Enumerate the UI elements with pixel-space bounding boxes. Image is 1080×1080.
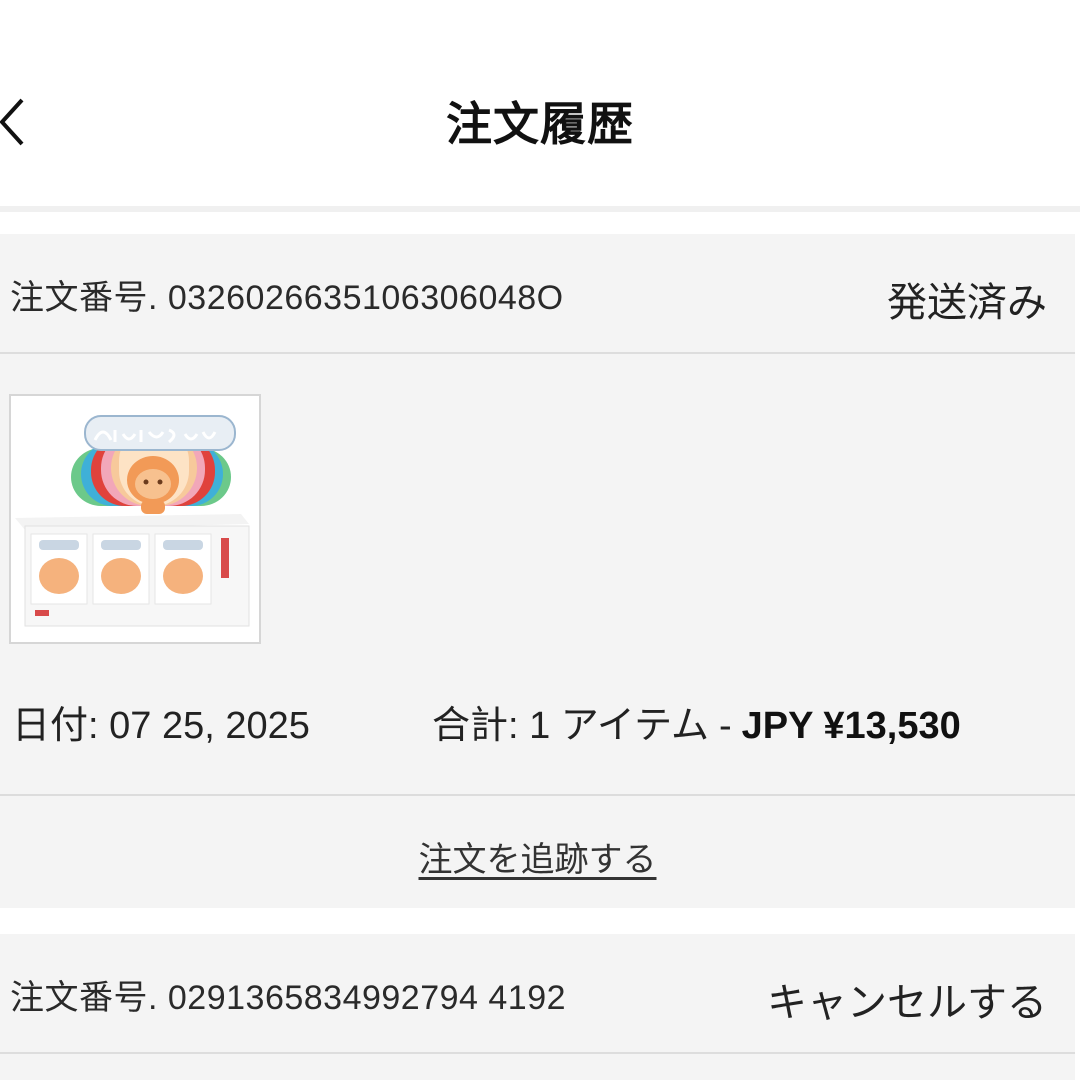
order-header-row: 注文番号. 0326026635106306048O 発送済み xyxy=(0,234,1075,354)
page-title: 注文履歴 xyxy=(446,97,634,151)
order-status: 発送済み xyxy=(887,281,1047,325)
track-order-row: 注文を追跡する xyxy=(0,832,1075,881)
separator: - xyxy=(719,705,732,747)
order-number: 注文番号. 0326026635106306048O xyxy=(10,279,564,317)
order-date: 日付: 07 25, 2025 xyxy=(12,705,310,747)
order-header-row: 注文番号. 0291365834992794 4192 キャンセルする xyxy=(0,934,1075,1054)
order-card: 注文番号. 0291365834992794 4192 キャンセルする xyxy=(0,934,1075,1080)
item-count: 合計: 1 アイテム xyxy=(432,705,710,747)
blind-boxes xyxy=(30,533,229,616)
order-price: JPY ¥13,530 xyxy=(741,705,961,747)
order-summary-row: 日付: 07 25, 2025 合計: 1 アイテム - JPY ¥13,530 xyxy=(0,674,1075,796)
order-total: 合計: 1 アイテム - JPY ¥13,530 xyxy=(432,694,961,749)
order-card: 注文番号. 0326026635106306048O 発送済み 日付: 07 2… xyxy=(0,234,1075,908)
cancel-order-button[interactable]: キャンセルする xyxy=(767,970,1047,1028)
order-number: 注文番号. 0291365834992794 4192 xyxy=(10,979,567,1017)
header-divider xyxy=(0,206,1080,212)
track-order-link[interactable]: 注文を追跡する xyxy=(419,841,657,879)
product-thumbnail[interactable] xyxy=(9,394,261,644)
product-box-image xyxy=(11,396,259,642)
app-header: 注文履歴 xyxy=(0,0,1080,206)
